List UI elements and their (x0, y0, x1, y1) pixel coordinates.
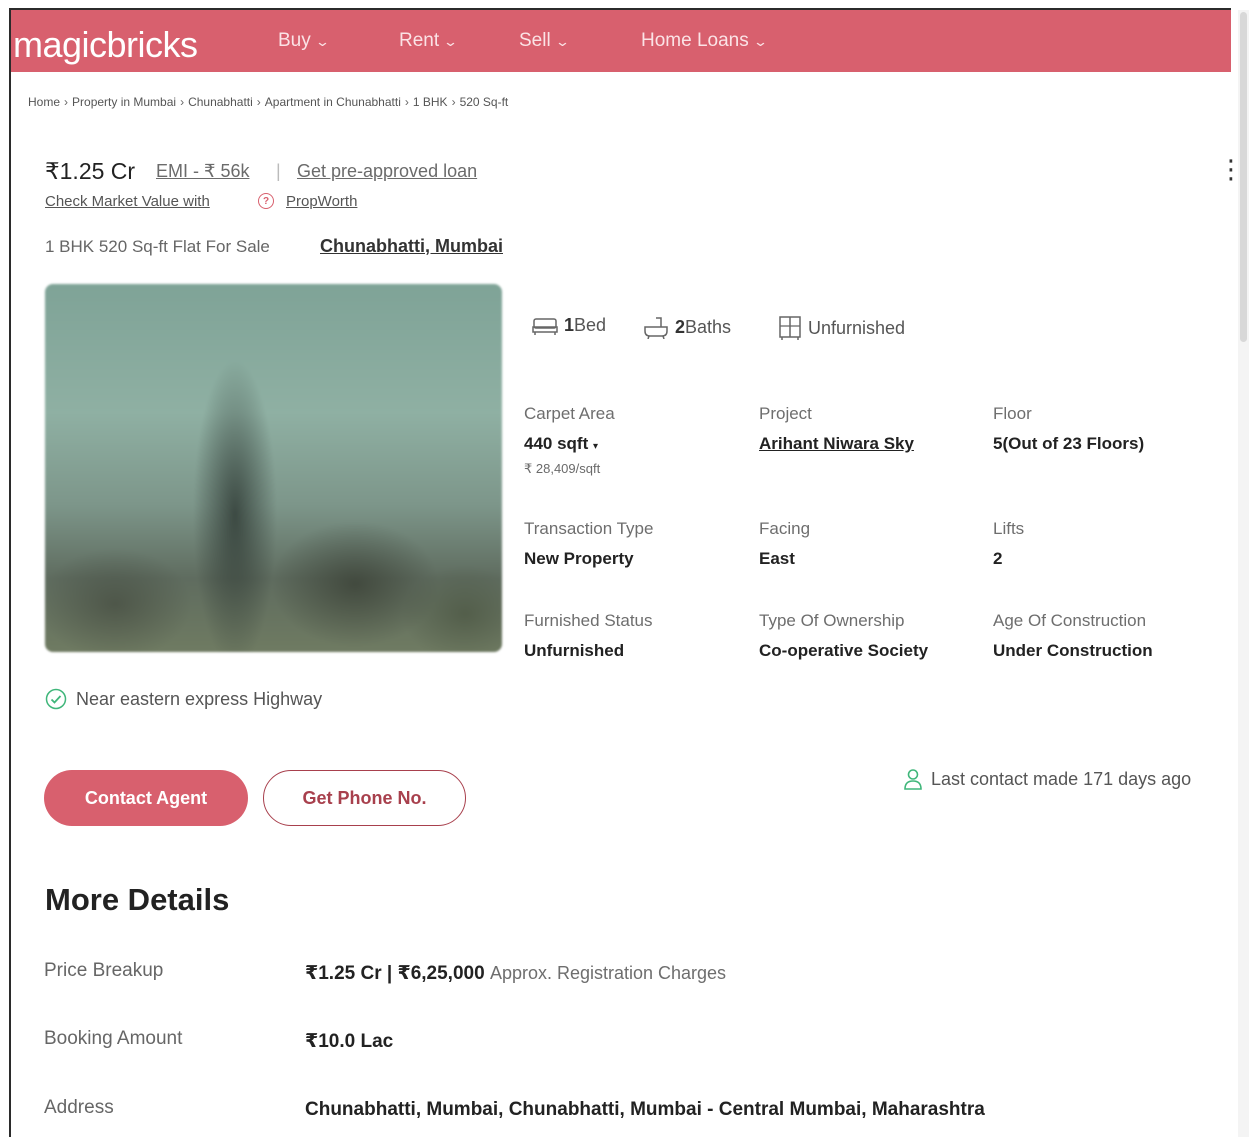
listing-price: ₹1.25 Cr (45, 158, 136, 184)
listing-title: 1 BHK 520 Sq-ft Flat For Sale (45, 237, 270, 256)
breadcrumb-area[interactable]: 520 Sq-ft (460, 95, 509, 109)
more-options-icon[interactable]: ⋮ (1218, 156, 1244, 182)
bed-icon (532, 317, 558, 335)
breadcrumb-home[interactable]: Home (28, 95, 60, 109)
floor-value: 5(Out of 23 Floors) (993, 434, 1145, 453)
breadcrumb-city[interactable]: Property in Mumbai (72, 95, 176, 109)
chevron-down-icon: ⌄ (752, 34, 768, 49)
nav-item-label: Sell (519, 30, 551, 51)
bathtub-icon (644, 317, 668, 339)
nav-item-rent[interactable]: Rent ⌄ (399, 30, 459, 52)
divider: | (276, 161, 281, 181)
property-photo[interactable] (45, 284, 502, 652)
bed-label: Bed (574, 315, 607, 335)
chevron-down-icon: ⌄ (554, 34, 570, 49)
booking-amount-label: Booking Amount (44, 1028, 183, 1049)
wardrobe-icon (779, 316, 801, 340)
highlight-text: Near eastern express Highway (76, 688, 323, 709)
window-border-left (9, 10, 11, 1137)
breadcrumb-bhk[interactable]: 1 BHK (413, 95, 448, 109)
breadcrumb-separator: › (256, 95, 261, 109)
breadcrumb-separator: › (404, 95, 409, 109)
locality-link[interactable]: Chunabhatti, Mumbai (320, 236, 503, 257)
breadcrumb-separator: › (451, 95, 456, 109)
breadcrumb: Home › Property in Mumbai › Chunabhatti › Apar… (28, 95, 508, 109)
nav-item-buy[interactable]: Buy ⌄ (278, 30, 330, 52)
lifts-label: Lifts (993, 519, 1025, 538)
more-details-heading: More Details (45, 882, 230, 917)
lifts-value: 2 (993, 549, 1003, 568)
carpet-area-value[interactable]: 440 sqft ▾ (524, 434, 598, 454)
site-logo[interactable]: magicbricks (13, 24, 198, 66)
bath-label: Baths (685, 316, 732, 337)
transaction-type-label: Transaction Type (524, 519, 654, 538)
last-contact-info: Last contact made 171 days ago (903, 768, 1191, 790)
price-breakup-amount: ₹1.25 Cr | ₹6,25,000 (305, 963, 485, 984)
bath-count: 2 (675, 316, 686, 337)
nav-item-home-loans[interactable]: Home Loans ⌄ (641, 30, 768, 52)
contact-agent-button[interactable]: Contact Agent (44, 770, 248, 826)
breadcrumb-separator: › (64, 95, 69, 109)
user-icon (904, 769, 922, 790)
nav-item-label: Home Loans (641, 30, 749, 51)
top-navbar: magicbricks Buy ⌄ Rent ⌄ Sell ⌄ Home Loa… (11, 10, 1231, 72)
registration-note: Approx. Registration Charges (489, 963, 727, 983)
bed-feature: 1Bed (532, 315, 606, 336)
age-of-construction-value: Under Construction (993, 641, 1153, 660)
booking-amount-value: ₹10.0 Lac (305, 1031, 394, 1052)
transaction-type-value: New Property (524, 549, 634, 568)
facing-value: East (759, 549, 795, 568)
ownership-value: Co-operative Society (759, 641, 929, 660)
ownership-label: Type Of Ownership (759, 611, 905, 630)
furnished-status-value: Unfurnished (524, 641, 625, 660)
nav-item-label: Buy (278, 30, 311, 51)
emi-link[interactable]: EMI - ₹ 56k (156, 161, 249, 182)
price-breakup-value: ₹1.25 Cr | ₹6,25,000 Approx. Registratio… (305, 962, 726, 985)
propworth-link[interactable]: PropWorth (286, 193, 357, 210)
price-breakup-label: Price Breakup (44, 960, 164, 981)
carpet-area-label: Carpet Area (524, 404, 615, 423)
check-circle-icon (45, 688, 67, 710)
caret-down-icon: ▾ (592, 441, 599, 452)
project-link[interactable]: Arihant Niwara Sky (759, 434, 914, 454)
address-label: Address (44, 1097, 114, 1118)
address-value: Chunabhatti, Mumbai, Chunabhatti, Mumbai… (305, 1099, 985, 1120)
price-per-sqft: ₹ 28,409/sqft (524, 461, 601, 476)
nav-item-label: Rent (399, 30, 440, 51)
furnishing-feature: Unfurnished (778, 315, 905, 341)
breadcrumb-separator: › (180, 95, 185, 109)
floor-label: Floor (993, 404, 1032, 423)
propworth-icon: ? (258, 193, 274, 209)
furnishing-label: Unfurnished (808, 317, 906, 338)
get-phone-button[interactable]: Get Phone No. (263, 770, 466, 826)
carpet-area-text: 440 sqft (524, 434, 589, 453)
breadcrumb-locality[interactable]: Chunabhatti (188, 95, 253, 109)
check-market-value-link[interactable]: Check Market Value with (45, 193, 210, 210)
age-of-construction-label: Age Of Construction (993, 611, 1147, 630)
chevron-down-icon: ⌄ (442, 34, 459, 49)
project-label: Project (759, 404, 812, 423)
bath-feature: 2Baths (643, 315, 731, 339)
bed-count: 1 (564, 315, 575, 335)
pre-approved-loan-link[interactable]: Get pre-approved loan (297, 161, 477, 182)
facing-label: Facing (759, 519, 811, 538)
last-contact-text: Last contact made 171 days ago (931, 768, 1192, 789)
nav-item-sell[interactable]: Sell ⌄ (519, 30, 570, 52)
furnished-status-label: Furnished Status (524, 611, 653, 630)
breadcrumb-property-type[interactable]: Apartment in Chunabhatti (265, 95, 401, 109)
chevron-down-icon: ⌄ (314, 34, 330, 49)
property-highlight: Near eastern express Highway (45, 688, 322, 710)
